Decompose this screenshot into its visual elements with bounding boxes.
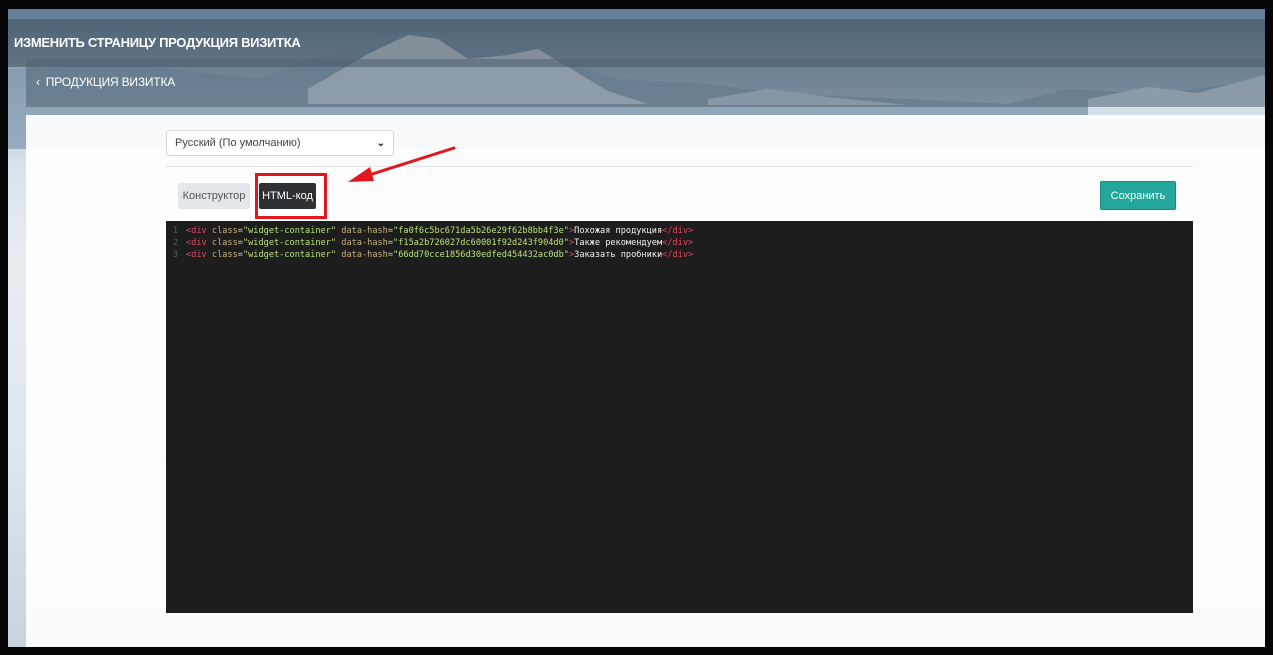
code-hash-value: "66dd70cce1856d30edfed454432ac0db" <box>393 250 569 260</box>
code-attr-class: class <box>211 226 238 236</box>
code-line: 2 <div class = "widget-container" data-has… <box>166 237 1193 249</box>
code-attr-class: class <box>211 250 238 260</box>
back-link[interactable]: ‹ ПРОДУКЦИЯ ВИЗИТКА <box>36 75 175 89</box>
code-open-tag: <div <box>186 226 207 236</box>
code-attr-hash: data-hash <box>341 250 388 260</box>
page-title: ИЗМЕНИТЬ СТРАНИЦУ ПРОДУКЦИЯ ВИЗИТКА <box>14 35 301 50</box>
save-button[interactable]: Сохранить <box>1100 181 1176 210</box>
annotation-highlight-box <box>255 173 327 219</box>
breadcrumb: ‹ ПРОДУКЦИЯ ВИЗИТКА <box>26 59 1265 107</box>
language-select-value: Русский (По умолчанию) <box>175 137 301 149</box>
code-close-tag: </div> <box>662 238 694 248</box>
save-button-label: Сохранить <box>1110 189 1166 202</box>
tab-constructor[interactable]: Конструктор <box>178 183 250 209</box>
chevron-left-icon: ‹ <box>36 75 40 89</box>
code-class-value: "widget-container" <box>242 238 337 248</box>
editor-card: Русский (По умолчанию) ⌄ Конструктор HTM… <box>26 115 1265 647</box>
code-line: 1 <div class = "widget-container" data-has… <box>166 225 1193 237</box>
code-attr-class: class <box>211 238 238 248</box>
code-class-value: "widget-container" <box>242 226 337 236</box>
code-inner-text: Похожая продукция <box>574 226 663 236</box>
code-inner-text: Заказать пробники <box>574 250 663 260</box>
code-class-value: "widget-container" <box>242 250 337 260</box>
tab-constructor-label: Конструктор <box>182 190 246 202</box>
code-close-tag: </div> <box>662 250 694 260</box>
line-number: 2 <box>172 238 178 248</box>
divider <box>166 166 1193 167</box>
annotation-arrow-icon <box>348 146 456 182</box>
html-code-editor[interactable]: 1 <div class = "widget-container" data-has… <box>166 221 1193 613</box>
code-hash-value: "f15a2b726027dc60001f92d243f904d0" <box>393 238 569 248</box>
code-open-tag: <div <box>186 238 207 248</box>
code-hash-value: "fa0f6c5bc671da5b26e29f62b8bb4f3e" <box>393 226 569 236</box>
code-line: 3 <div class = "widget-container" data-has… <box>166 249 1193 261</box>
code-attr-hash: data-hash <box>341 226 388 236</box>
screen-frame: ИЗМЕНИТЬ СТРАНИЦУ ПРОДУКЦИЯ ВИЗИТКА ‹ ПР… <box>0 0 1273 655</box>
code-inner-text: Также рекомендуем <box>574 238 663 248</box>
code-close-tag: </div> <box>662 226 694 236</box>
code-open-tag: <div <box>186 250 207 260</box>
line-number: 3 <box>172 250 178 260</box>
back-link-label: ПРОДУКЦИЯ ВИЗИТКА <box>45 75 176 89</box>
code-attr-hash: data-hash <box>341 238 388 248</box>
line-number: 1 <box>172 226 178 236</box>
